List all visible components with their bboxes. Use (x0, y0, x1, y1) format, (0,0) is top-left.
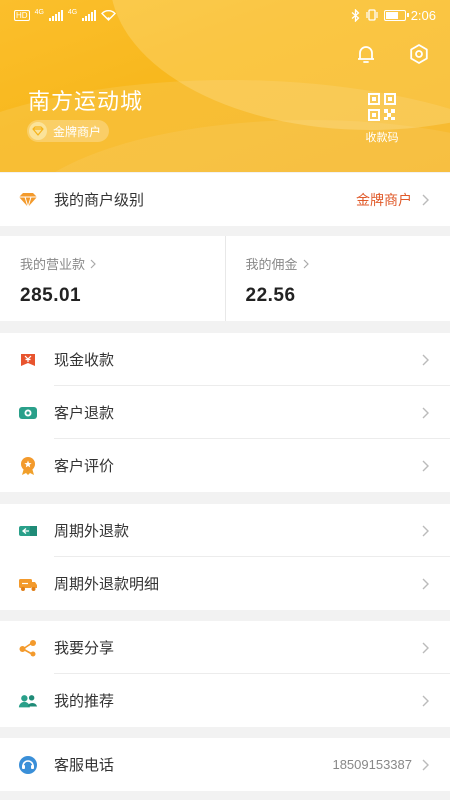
chevron-right-icon (303, 259, 309, 268)
chevron-right-icon (422, 407, 429, 418)
merchant-level-row[interactable]: 我的商户级别 金牌商户 (0, 173, 450, 226)
customer-service-row[interactable]: 客服电话 18509153387 (0, 738, 450, 791)
cash-icon (18, 350, 38, 370)
customer-service-icon (18, 755, 38, 775)
qr-code-button[interactable]: 收款码 (360, 92, 404, 145)
merchant-level-label: 我的商户级别 (54, 192, 145, 209)
menu-item-label: 客户评价 (54, 458, 115, 475)
commission-title: 我的佣金 (245, 257, 298, 272)
revenue-stat[interactable]: 我的营业款 285.01 (0, 236, 225, 321)
menu-item-share[interactable]: 我要分享 (0, 621, 450, 674)
customer-service-label: 客服电话 (54, 757, 115, 774)
menu-item-label: 现金收款 (54, 352, 115, 369)
refund-detail-icon (18, 574, 38, 594)
share-icon (18, 638, 38, 658)
chevron-right-icon (422, 759, 429, 770)
revenue-value: 285.01 (20, 285, 82, 306)
gear-icon[interactable] (407, 42, 431, 66)
merchant-level-card: 我的商户级别 金牌商户 (0, 173, 450, 226)
menu-item-review[interactable]: 客户评价 (0, 439, 450, 492)
menu-item-refund-detail[interactable]: 周期外退款明细 (0, 557, 450, 610)
diamond-icon (29, 122, 47, 140)
chevron-right-icon (422, 525, 429, 536)
store-name: 南方运动城 (28, 89, 144, 114)
menu-item-label: 我要分享 (54, 640, 115, 657)
commission-stat[interactable]: 我的佣金 22.56 (224, 236, 450, 321)
menu-item-period-refund[interactable]: 周期外退款 (0, 504, 450, 557)
review-icon (18, 456, 38, 476)
period-refund-icon (18, 521, 38, 541)
diamond-icon (18, 190, 38, 210)
menu-item-refund[interactable]: 客户退款 (0, 386, 450, 439)
stats-card: 我的营业款 285.01 我的佣金 22.56 (0, 236, 450, 321)
bluetooth-icon (351, 8, 360, 22)
vibrate-icon (366, 9, 378, 21)
chevron-right-icon (422, 695, 429, 706)
network-type: 4G (67, 9, 78, 16)
menu-item-label: 我的推荐 (54, 693, 115, 710)
service-card: 客服电话 18509153387 (0, 738, 450, 791)
qr-code-label: 收款码 (365, 132, 399, 144)
referral-icon (18, 691, 38, 711)
merchant-level-value: 金牌商户 (356, 191, 412, 208)
menu-item-label: 客户退款 (54, 405, 115, 422)
wifi-icon (101, 10, 117, 21)
battery-icon (383, 9, 409, 21)
chevron-right-icon (90, 259, 96, 268)
merchant-level-badge: 金牌商户 (27, 120, 110, 142)
signal-icon (82, 9, 97, 21)
bell-icon[interactable] (354, 42, 378, 66)
clock: 2:06 (410, 7, 436, 23)
menu-item-label: 周期外退款明细 (54, 576, 160, 593)
menu-group-2: 周期外退款 周期外退款明细 (0, 504, 450, 610)
refund-icon (18, 403, 38, 423)
chevron-right-icon (422, 578, 429, 589)
commission-value: 22.56 (245, 285, 296, 306)
signal-icon (48, 9, 63, 21)
chevron-right-icon (422, 460, 429, 471)
revenue-title: 我的营业款 (20, 257, 86, 272)
menu-group-3: 我要分享 我的推荐 (0, 621, 450, 727)
menu-item-cash[interactable]: 现金收款 (0, 333, 450, 386)
merchant-level-text: 金牌商户 (53, 124, 102, 139)
header-banner: HD 4G 4G 2:06 南方运动城 金牌商户 收款码 (0, 0, 450, 172)
menu-group-1: 现金收款 客户退款 客户评价 (0, 333, 450, 492)
menu-item-referral[interactable]: 我的推荐 (0, 674, 450, 727)
network-type: 4G (34, 9, 44, 16)
chevron-right-icon (422, 194, 429, 205)
hd-badge: HD (14, 9, 30, 21)
chevron-right-icon (422, 354, 429, 365)
chevron-right-icon (422, 642, 429, 653)
status-bar: HD 4G 4G 2:06 (0, 0, 450, 30)
menu-item-label: 周期外退款 (54, 523, 130, 540)
qr-code-icon (368, 93, 396, 121)
customer-service-phone: 18509153387 (332, 757, 412, 772)
